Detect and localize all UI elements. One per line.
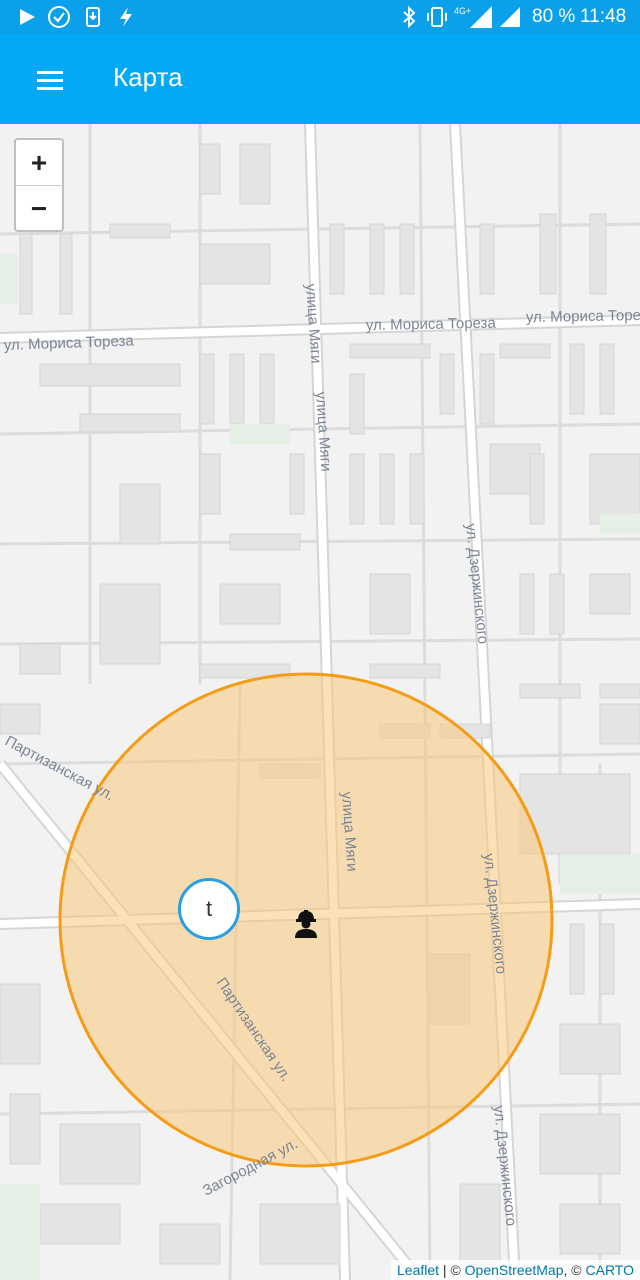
- battery-level: 80 %: [532, 6, 576, 27]
- download-icon: [82, 4, 104, 30]
- zoom-in-button[interactable]: +: [16, 140, 62, 186]
- signal-4g-icon: 4G+: [454, 4, 494, 30]
- attribution-separator-1: | ©: [439, 1262, 465, 1278]
- status-bar: 4G+ 80 % 11:48: [0, 0, 640, 34]
- hamburger-menu-icon[interactable]: [28, 58, 72, 102]
- construction-worker-icon[interactable]: [292, 908, 320, 938]
- map-tiles: ул. Мориса Тореза ул. Мориса Тореза ул. …: [0, 124, 640, 1280]
- carto-link[interactable]: CARTO: [586, 1262, 635, 1278]
- play-icon: [14, 4, 40, 30]
- street-label-moris-toreza-1: ул. Мориса Тореза: [4, 332, 135, 354]
- location-marker[interactable]: t: [178, 878, 240, 940]
- map-view[interactable]: ул. Мориса Тореза ул. Мориса Тореза ул. …: [0, 124, 640, 1280]
- street-label-moris-toreza-3: ул. Мориса Тореза: [526, 307, 640, 326]
- bluetooth-icon: [398, 4, 420, 30]
- signal-icon: [498, 4, 522, 30]
- app-bar: Карта: [0, 34, 640, 124]
- openstreetmap-link[interactable]: OpenStreetMap: [465, 1262, 564, 1278]
- attribution-separator-2: , ©: [563, 1262, 586, 1278]
- zoom-out-button[interactable]: −: [16, 186, 62, 231]
- clock: 11:48: [580, 6, 627, 27]
- check-circle-icon: [46, 4, 72, 30]
- map-attribution: Leaflet | © OpenStreetMap, © CARTO: [391, 1260, 640, 1280]
- network-type-label: 4G+: [454, 6, 471, 16]
- leaflet-link[interactable]: Leaflet: [397, 1262, 439, 1278]
- flash-icon: [114, 4, 138, 30]
- street-label-moris-toreza-2: ул. Мориса Тореза: [366, 315, 497, 334]
- page-title: Карта: [113, 62, 183, 92]
- vibrate-icon: [424, 4, 450, 30]
- zoom-control: + −: [14, 138, 64, 232]
